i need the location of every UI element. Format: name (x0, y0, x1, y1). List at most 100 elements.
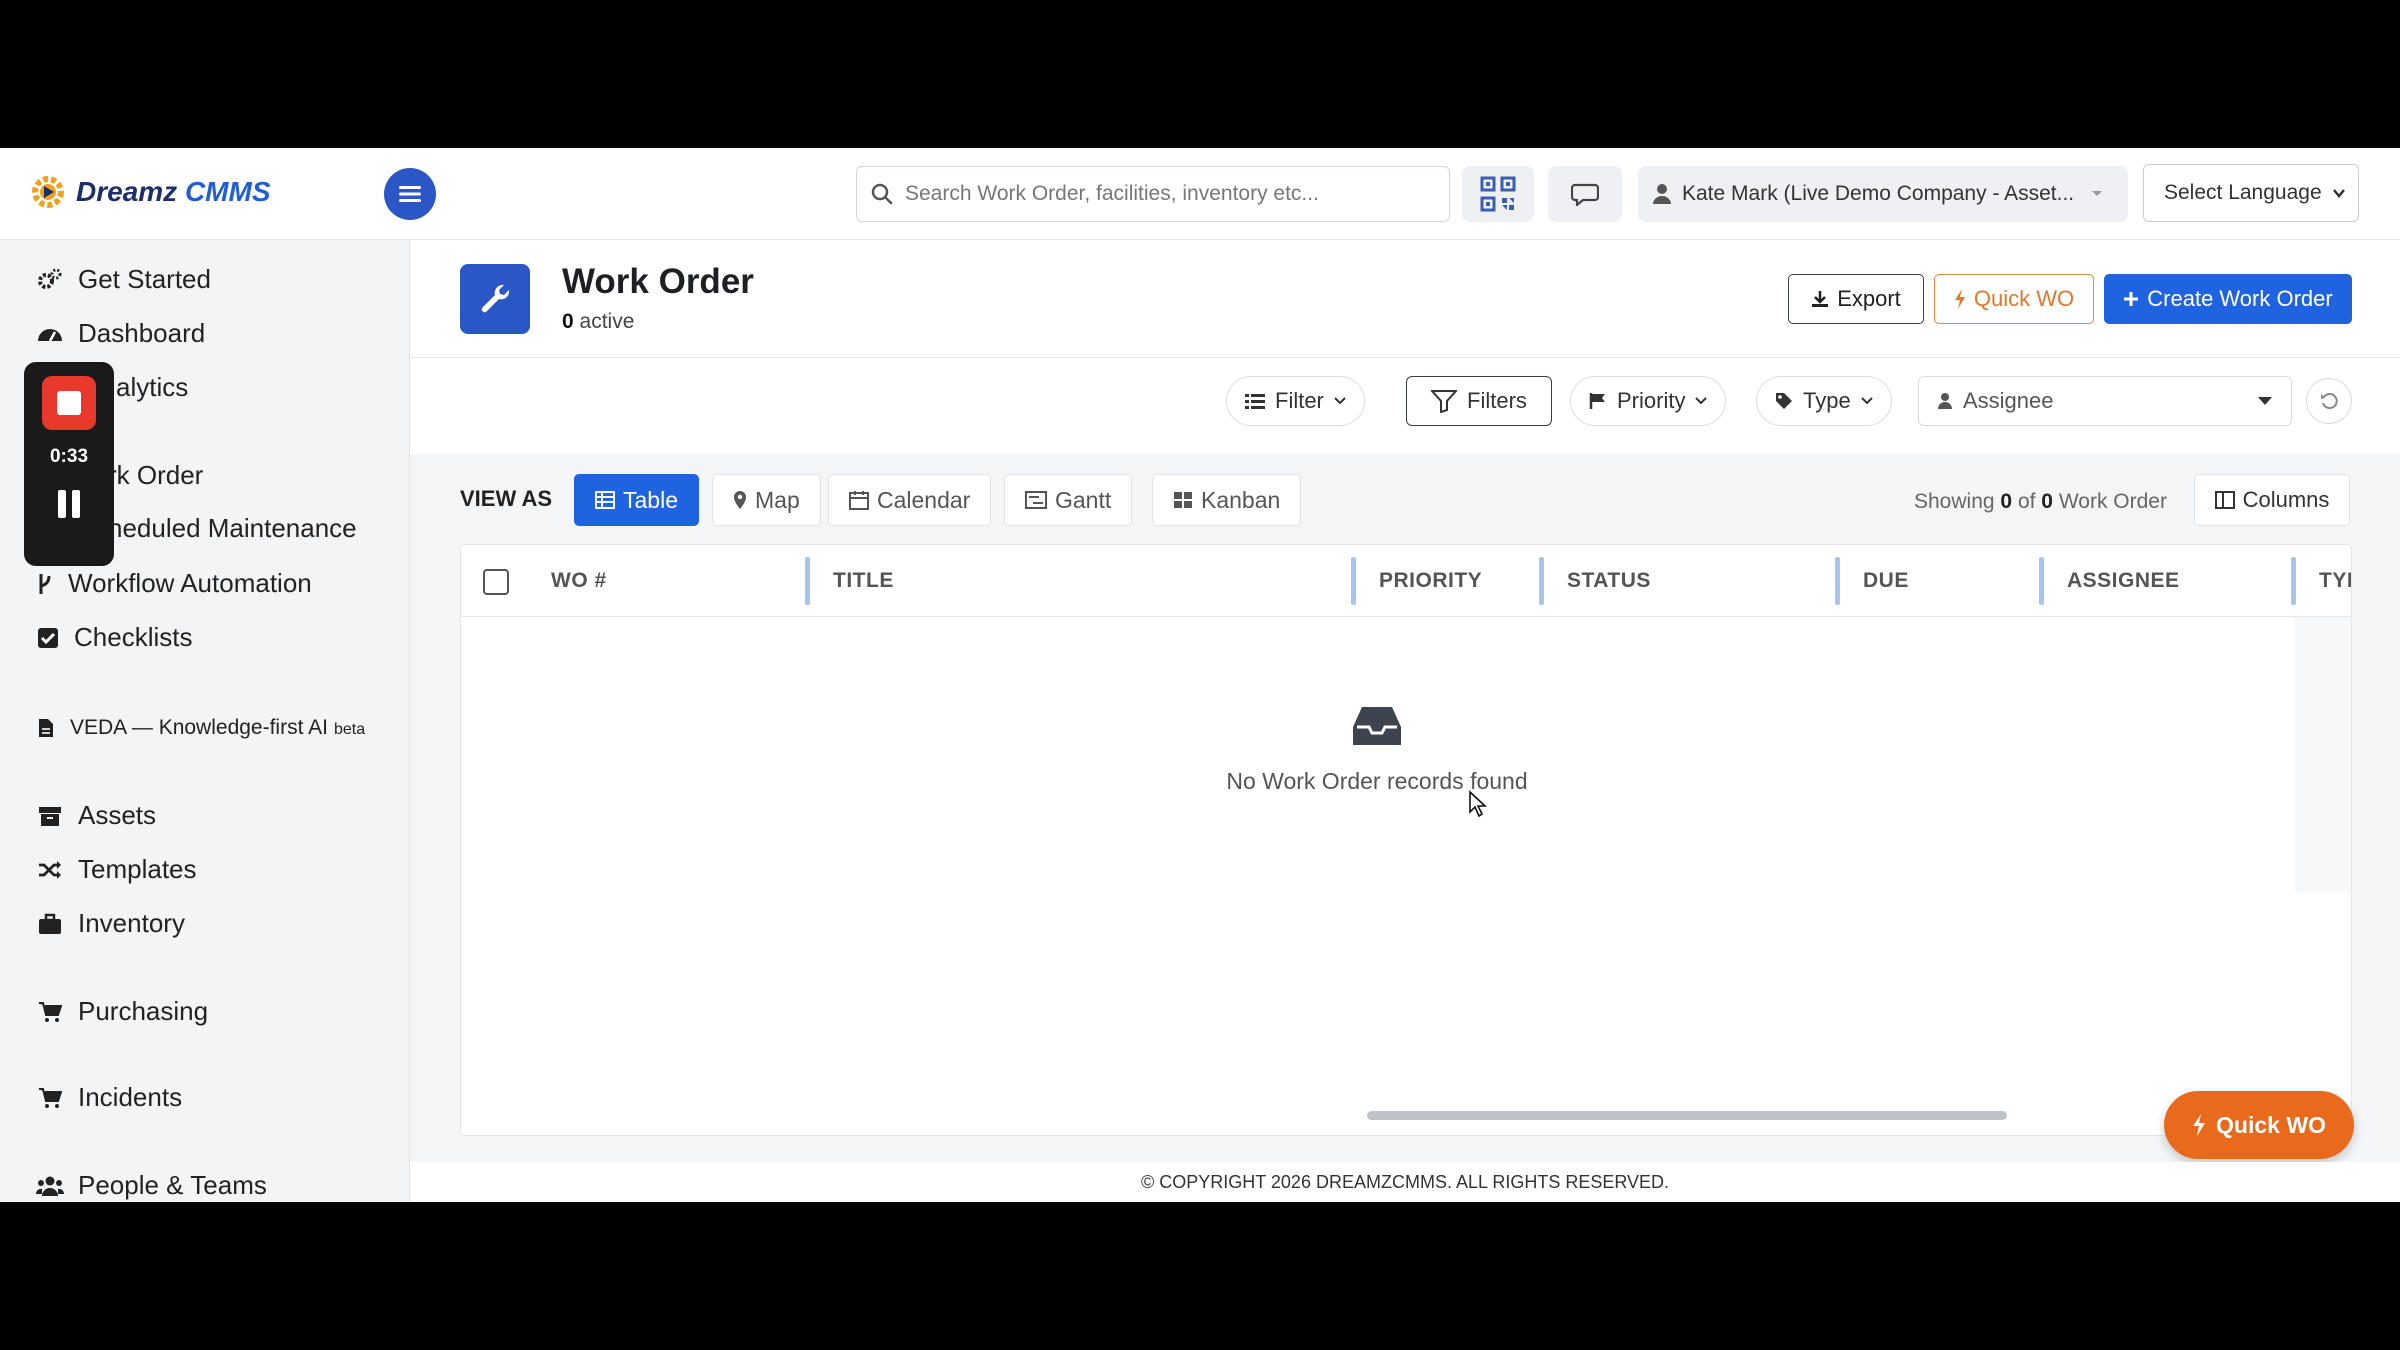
quick-wo-button[interactable]: Quick WO (1934, 274, 2094, 324)
column-header-title[interactable]: TITLE (833, 569, 894, 593)
plus-icon (2124, 292, 2139, 306)
user-menu[interactable]: Kate Mark (Live Demo Company - Asset... (1638, 166, 2128, 222)
column-header-assignee[interactable]: ASSIGNEE (2067, 569, 2180, 593)
filter-dropdown[interactable]: Filter (1226, 376, 1365, 426)
sidebar-item-get-started[interactable]: Get Started (36, 264, 211, 295)
empty-message: No Work Order records found (1226, 768, 1528, 794)
menu-toggle-button[interactable] (384, 168, 436, 220)
scan-button[interactable] (1462, 166, 1534, 222)
gears-icon (36, 266, 64, 294)
mouse-cursor-icon (1469, 790, 1488, 818)
logo[interactable]: Dreamz CMMS (28, 172, 271, 212)
table-icon (595, 491, 615, 509)
type-dropdown[interactable]: Type (1756, 376, 1892, 426)
download-icon (1812, 291, 1829, 307)
horizontal-scrollbar[interactable] (1367, 1111, 2007, 1120)
reset-icon (2321, 393, 2338, 410)
flag-icon (1589, 393, 1605, 409)
cart-icon (36, 998, 64, 1026)
stop-icon (57, 391, 81, 415)
sidebar-item-incidents[interactable]: Incidents (36, 1082, 182, 1113)
footer-copyright: © COPYRIGHT 2026 DREAMZCMMS. ALL RIGHTS … (410, 1162, 2400, 1202)
export-button[interactable]: Export (1788, 274, 1924, 324)
column-resizer[interactable] (1539, 557, 1544, 605)
sidebar-item-assets[interactable]: Assets (36, 800, 156, 831)
table-header: WO # TITLE PRIORITY STATUS DUE ASSIGNEE … (461, 545, 2351, 617)
global-search[interactable] (856, 166, 1450, 222)
language-select[interactable]: Select Language (2143, 164, 2359, 222)
create-work-order-button[interactable]: Create Work Order (2104, 274, 2352, 324)
funnel-icon (1431, 390, 1458, 413)
user-icon (1938, 393, 1952, 409)
caret-down-icon (2258, 397, 2272, 405)
quick-wo-fab[interactable]: Quick WO (2164, 1091, 2354, 1159)
top-bar: Dreamz CMMS Search Work Order, facilitie… (0, 148, 2400, 240)
users-icon (36, 1172, 64, 1200)
pause-recording-button[interactable] (58, 490, 80, 518)
chevron-down-icon (1334, 397, 1346, 405)
calendar-icon (849, 491, 869, 510)
empty-state: No Work Order records found (461, 705, 2293, 795)
chevron-down-icon (2333, 189, 2345, 198)
user-name: Kate Mark (Live Demo Company - Asset... (1682, 182, 2075, 205)
main-content: Work Order 0 active Export Quick WO Crea… (410, 240, 2400, 1202)
messages-button[interactable] (1548, 166, 1622, 222)
gantt-icon (1025, 491, 1047, 509)
filters-button[interactable]: Filters (1406, 376, 1552, 426)
column-header-type[interactable]: TYI (2319, 569, 2351, 593)
column-header-status[interactable]: STATUS (1567, 569, 1651, 593)
reset-filters-button[interactable] (2306, 378, 2352, 424)
column-header-due[interactable]: DUE (1863, 569, 1909, 593)
column-header-priority[interactable]: PRIORITY (1379, 569, 1482, 593)
sidebar-item-purchasing[interactable]: Purchasing (36, 996, 208, 1027)
column-resizer[interactable] (805, 557, 810, 605)
kanban-icon (1174, 492, 1192, 508)
view-table-button[interactable]: Table (574, 474, 699, 526)
chat-icon (1571, 183, 1599, 206)
briefcase-icon (36, 910, 64, 938)
column-header-wo-number[interactable]: WO # (551, 569, 607, 593)
column-resizer[interactable] (2039, 557, 2044, 605)
priority-dropdown[interactable]: Priority (1570, 376, 1727, 426)
caret-down-icon (2092, 191, 2103, 196)
view-map-button[interactable]: Map (712, 474, 821, 526)
page-title: Work Order (562, 262, 754, 301)
bolt-icon (1954, 289, 1965, 309)
pause-icon (58, 490, 66, 518)
select-all-checkbox[interactable] (483, 569, 509, 595)
sidebar-item-workflow-automation[interactable]: Workflow Automation (36, 568, 312, 599)
view-kanban-button[interactable]: Kanban (1152, 474, 1302, 526)
column-resizer[interactable] (2291, 557, 2296, 605)
chevron-down-icon (1695, 397, 1708, 405)
sidebar-item-people-teams[interactable]: People & Teams (36, 1170, 267, 1201)
inbox-icon (1353, 707, 1401, 745)
archive-icon (36, 802, 64, 830)
sidebar-item-veda[interactable]: VEDA — Knowledge-first AI beta (36, 714, 365, 742)
filter-bar: Filter Filters Priority Type Assignee (410, 358, 2400, 454)
assignee-dropdown[interactable]: Assignee (1918, 376, 2292, 426)
stop-recording-button[interactable] (42, 376, 96, 430)
sidebar-item-dashboard[interactable]: Dashboard (36, 318, 205, 349)
search-icon (871, 183, 893, 205)
sidebar-item-inventory[interactable]: Inventory (36, 908, 185, 939)
record-count: Showing 0 of 0 Work Order (1914, 490, 2167, 513)
language-label: Select Language (2164, 181, 2322, 204)
search-input[interactable] (905, 182, 1425, 206)
map-pin-icon (734, 491, 746, 509)
sidebar-item-templates[interactable]: Templates (36, 854, 197, 885)
file-icon (36, 714, 56, 742)
view-calendar-button[interactable]: Calendar (828, 474, 992, 526)
list-icon (1245, 394, 1265, 409)
sticky-column-shadow (2295, 617, 2351, 893)
column-resizer[interactable] (1835, 557, 1840, 605)
dashboard-icon (36, 320, 64, 348)
shuffle-icon (36, 856, 64, 884)
sidebar-item-checklists[interactable]: Checklists (36, 622, 192, 653)
wrench-icon (460, 264, 530, 334)
columns-button[interactable]: Columns (2194, 474, 2350, 526)
view-gantt-button[interactable]: Gantt (1004, 474, 1133, 526)
column-resizer[interactable] (1351, 557, 1356, 605)
branch-icon (36, 570, 54, 598)
screen-recorder-widget: 0:33 (24, 362, 114, 566)
view-switcher: VIEW AS Table Map Calendar Gantt Kanban (410, 454, 2400, 544)
